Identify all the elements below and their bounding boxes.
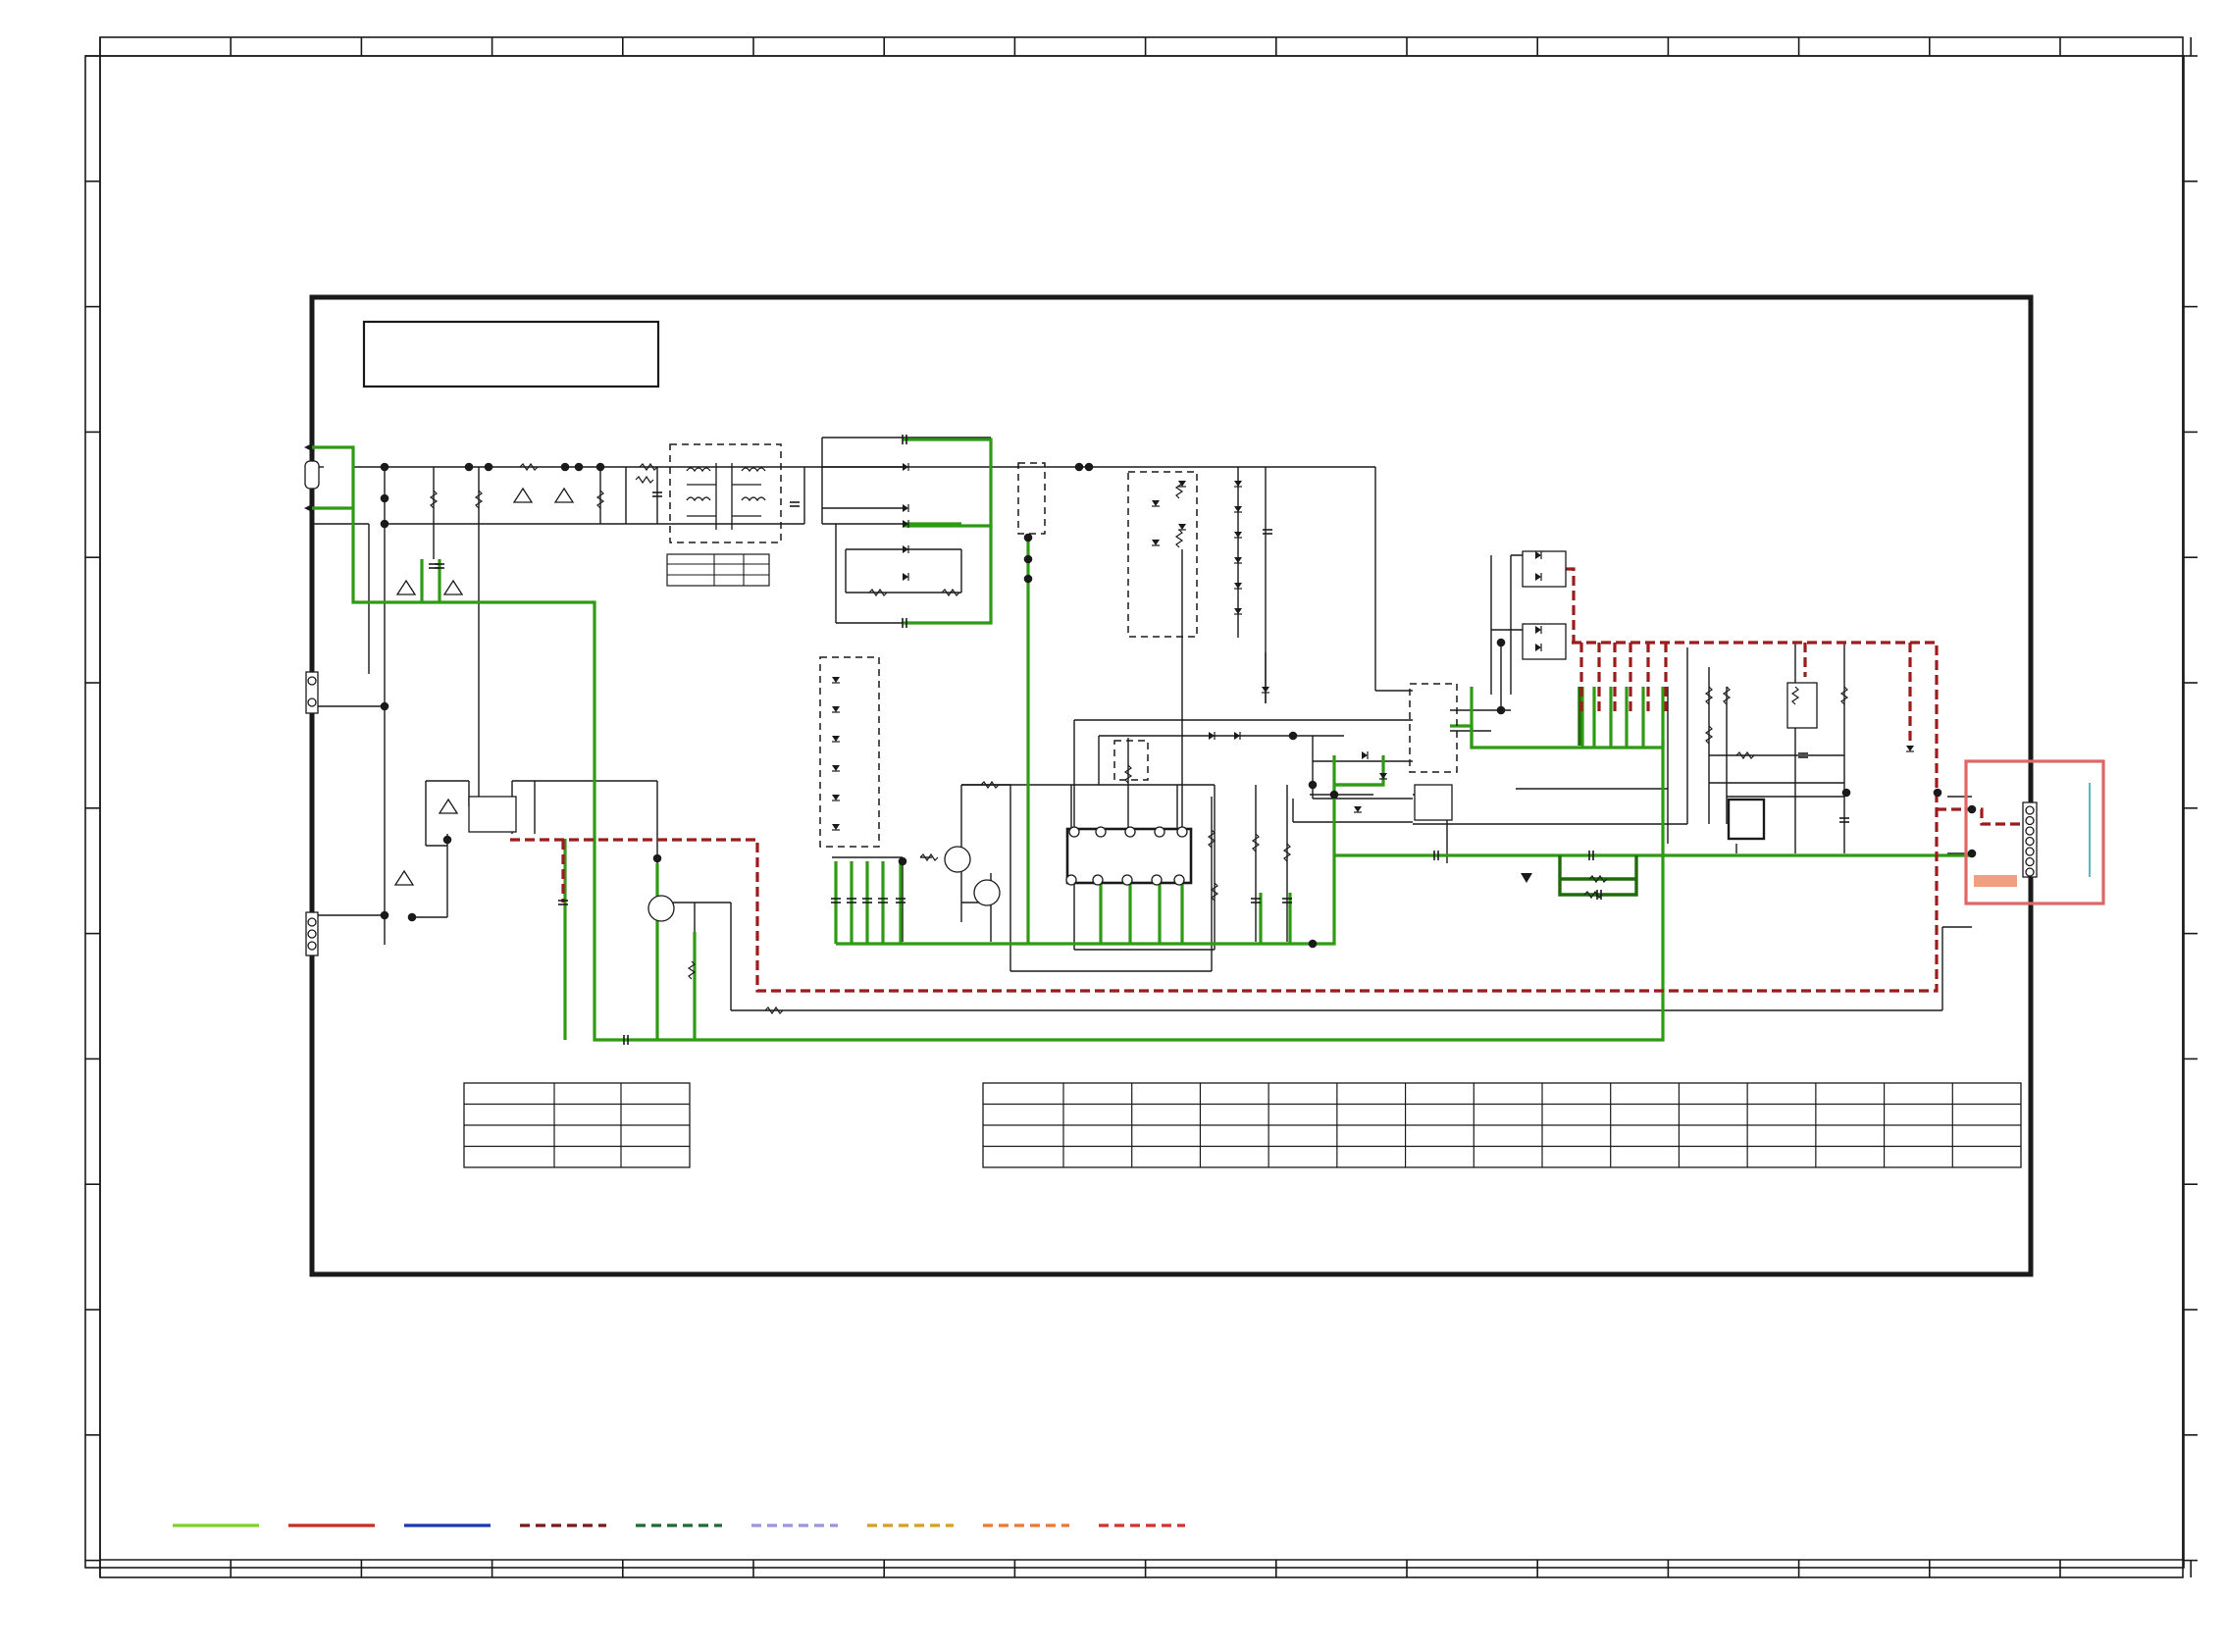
traces-dark-green xyxy=(1558,687,1638,897)
component-glyphs xyxy=(429,435,1914,1045)
wiring-black xyxy=(312,437,1972,1020)
table-small-left xyxy=(463,1082,691,1168)
table-wide-right xyxy=(982,1082,2022,1168)
drawing-frame xyxy=(84,36,2198,1578)
board-border xyxy=(309,294,2034,1277)
power-supply-schematic xyxy=(84,36,2198,1578)
title-box xyxy=(362,320,660,388)
traces-red-dashed xyxy=(510,567,2031,993)
